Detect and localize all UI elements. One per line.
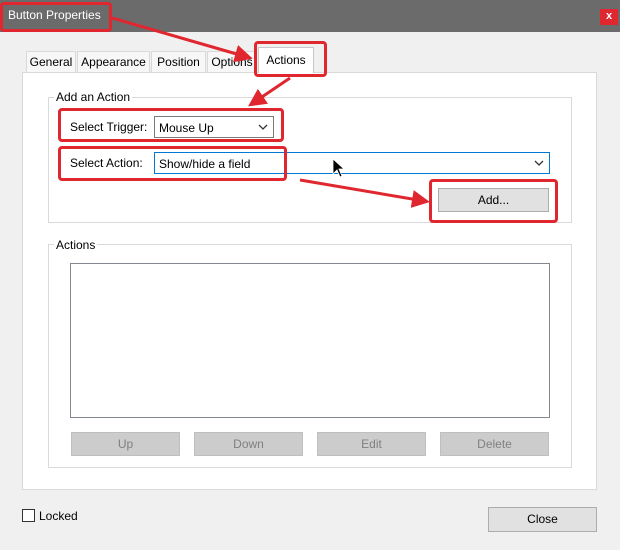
actions-list[interactable]	[70, 263, 550, 418]
up-button[interactable]: Up	[71, 432, 180, 456]
down-button[interactable]: Down	[194, 432, 303, 456]
tab-general[interactable]: General	[26, 51, 76, 72]
locked-checkbox[interactable]	[22, 509, 35, 522]
highlight-title	[0, 2, 112, 32]
highlight-add-button	[429, 179, 558, 223]
add-action-legend: Add an Action	[54, 90, 133, 104]
window-close-button[interactable]: x	[600, 9, 618, 25]
edit-button[interactable]: Edit	[317, 432, 426, 456]
tab-position[interactable]: Position	[151, 51, 206, 72]
highlight-trigger	[58, 108, 284, 142]
locked-label: Locked	[39, 509, 78, 523]
delete-button[interactable]: Delete	[440, 432, 549, 456]
highlight-action	[58, 146, 287, 181]
tab-options[interactable]: Options	[207, 51, 257, 72]
highlight-actions-tab	[254, 41, 327, 77]
close-button[interactable]: Close	[488, 507, 597, 532]
chevron-down-icon	[534, 160, 544, 166]
tab-appearance[interactable]: Appearance	[77, 51, 150, 72]
actions-legend: Actions	[54, 238, 98, 252]
